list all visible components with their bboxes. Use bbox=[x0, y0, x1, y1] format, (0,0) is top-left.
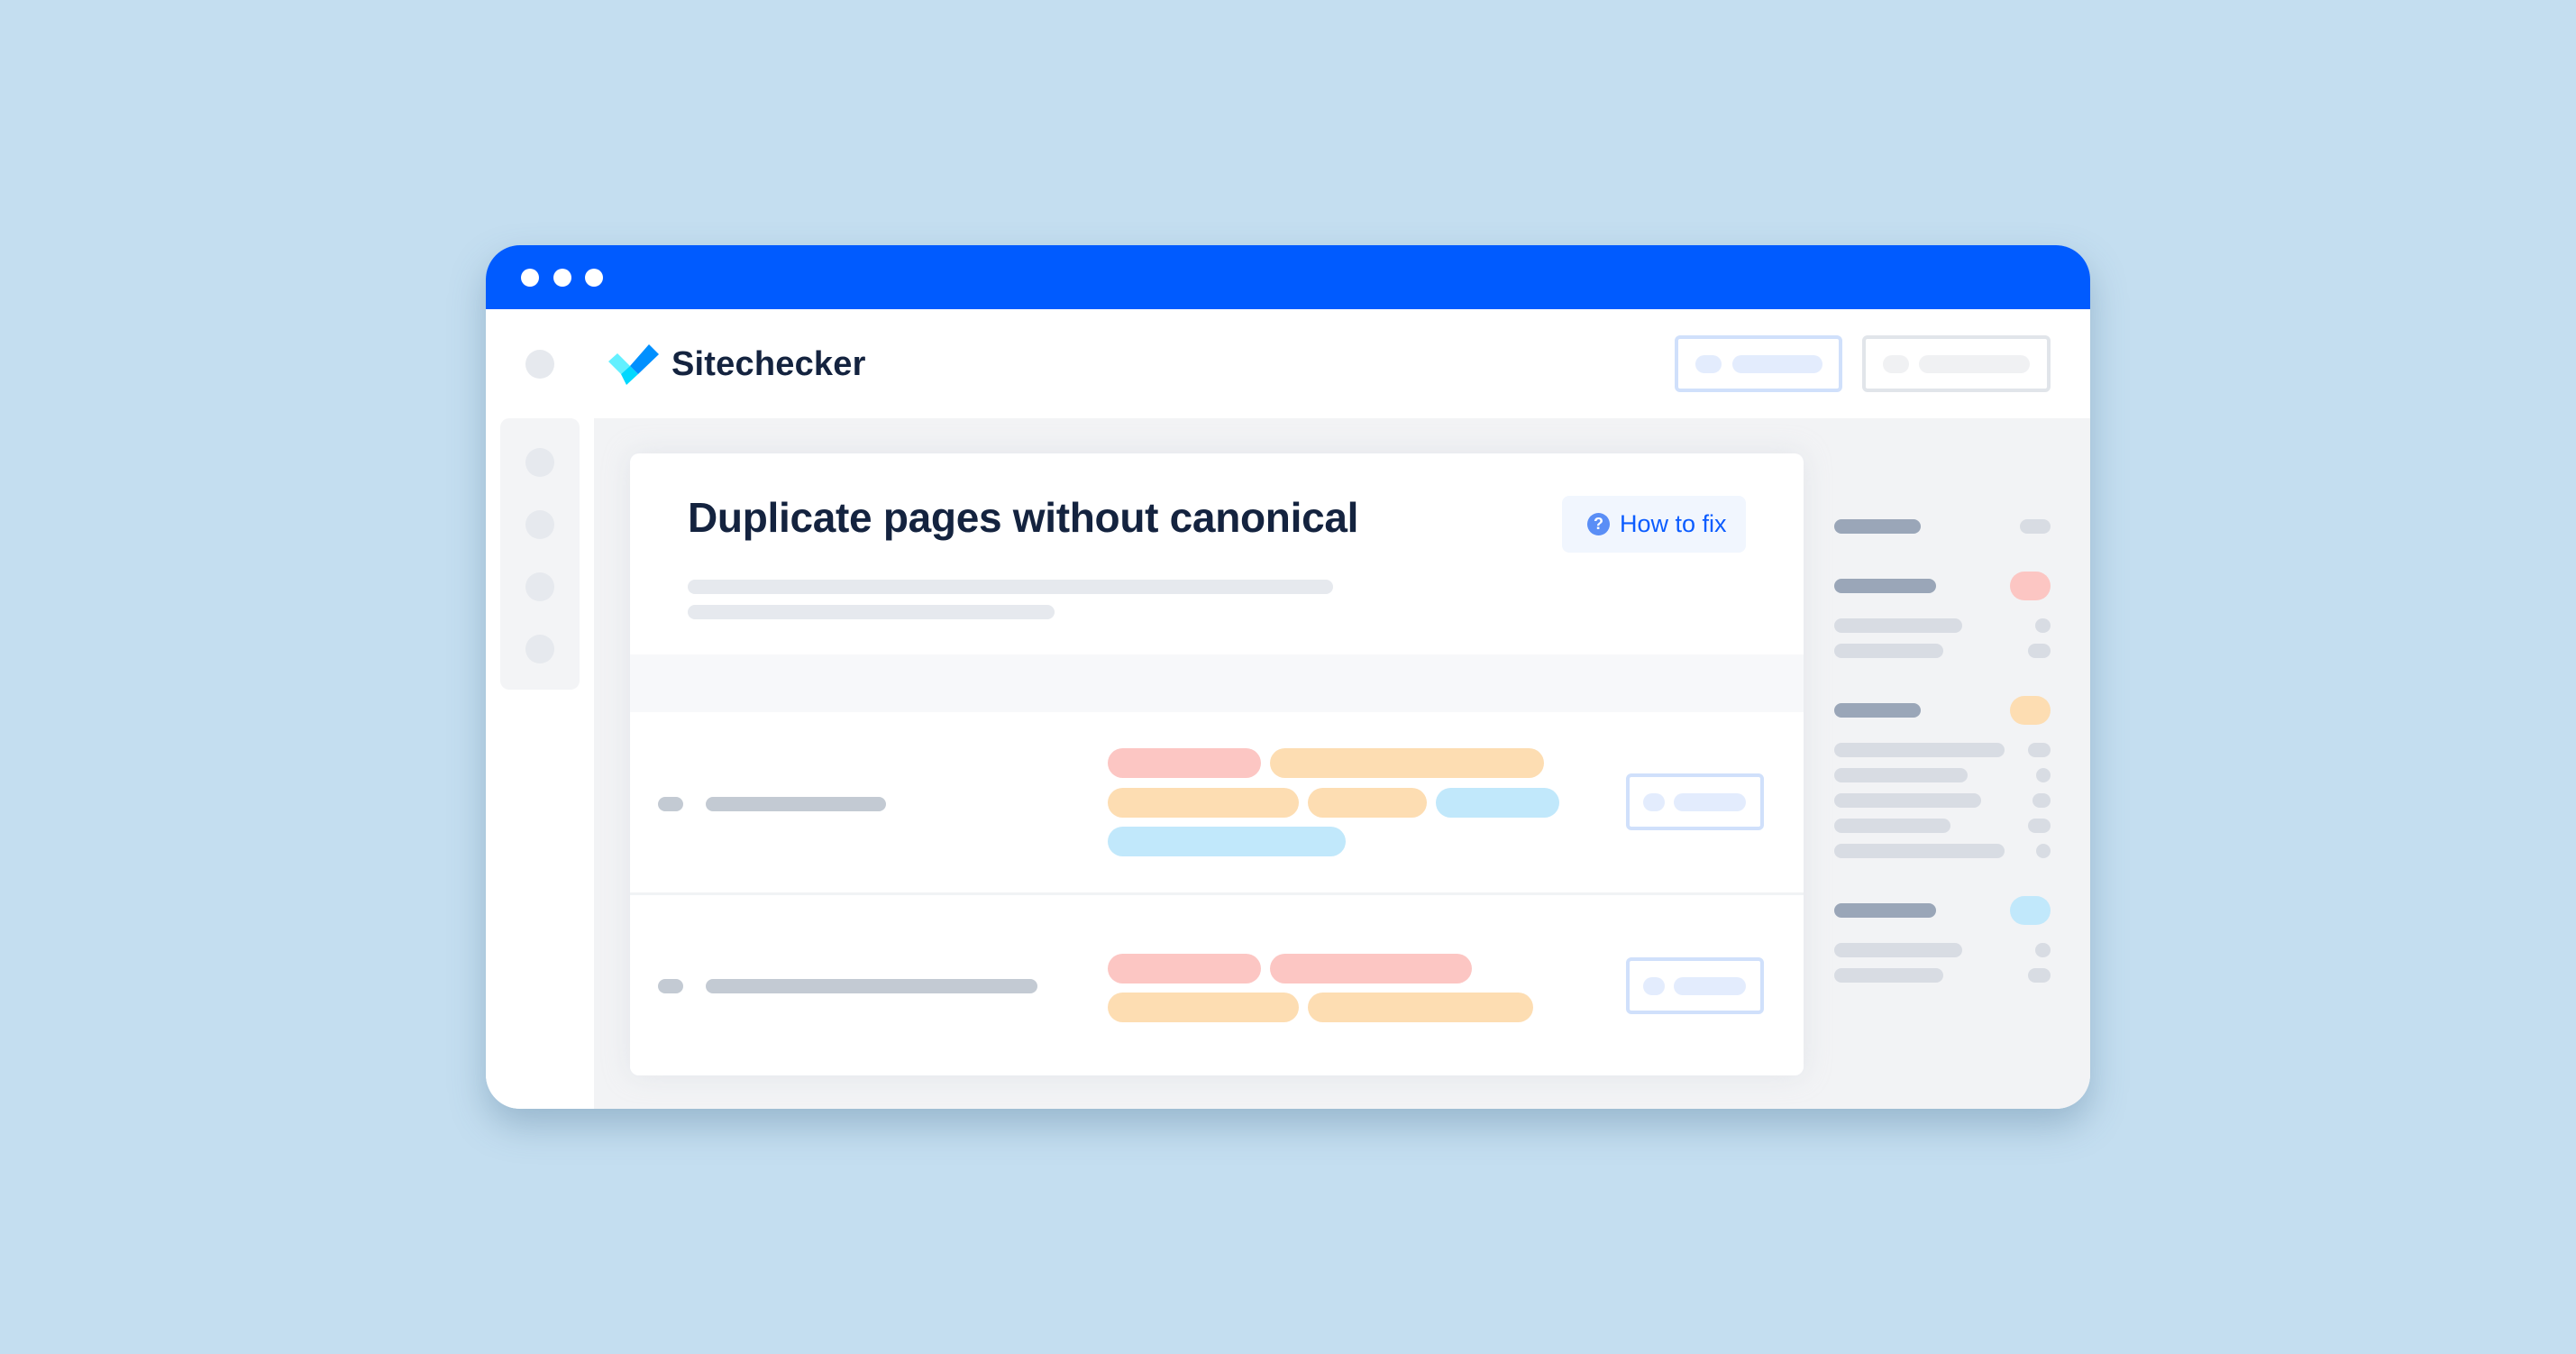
summary-count-placeholder bbox=[2036, 844, 2051, 858]
app-header: Sitechecker bbox=[486, 309, 2090, 418]
header-action-button-primary[interactable] bbox=[1675, 335, 1842, 392]
summary-line-placeholder bbox=[1834, 618, 1962, 633]
summary-line-placeholder bbox=[1834, 743, 2005, 757]
window-dot-icon[interactable] bbox=[585, 269, 603, 287]
summary-line-placeholder bbox=[1834, 768, 1968, 782]
summary-line-placeholder bbox=[1834, 943, 1962, 957]
checkmark-logo-icon bbox=[608, 344, 659, 385]
summary-count-placeholder bbox=[2028, 968, 2051, 983]
sidebar-item-icon[interactable] bbox=[525, 510, 554, 539]
summary-line-placeholder bbox=[1834, 793, 1981, 808]
severity-badge-orange[interactable] bbox=[2010, 696, 2051, 725]
main-content: Duplicate pages without canonical ? How … bbox=[594, 418, 2090, 1109]
summary-count-placeholder bbox=[2028, 644, 2051, 658]
summary-heading-placeholder bbox=[1834, 519, 1921, 534]
button-icon-placeholder bbox=[1883, 355, 1909, 373]
summary-count-placeholder bbox=[2035, 618, 2051, 633]
summary-count-placeholder bbox=[2035, 943, 2051, 957]
summary-line-placeholder bbox=[1834, 819, 1950, 833]
severity-badge-blue[interactable] bbox=[2010, 896, 2051, 925]
sidebar-item-icon[interactable] bbox=[525, 572, 554, 601]
summary-line-placeholder bbox=[1834, 968, 1943, 983]
summary-heading-placeholder bbox=[1834, 579, 1936, 593]
summary-heading-placeholder bbox=[1834, 903, 1936, 918]
brand-name[interactable]: Sitechecker bbox=[671, 347, 866, 381]
sidebar-nav bbox=[500, 418, 580, 690]
sidebar-item-icon[interactable] bbox=[525, 635, 554, 663]
button-label-placeholder bbox=[1919, 355, 2030, 373]
browser-window: Sitechecker Duplicate pages without cano… bbox=[486, 245, 2090, 1109]
summary-count-placeholder bbox=[2036, 768, 2051, 782]
summary-count-placeholder bbox=[2020, 519, 2051, 534]
summary-heading-placeholder bbox=[1834, 703, 1921, 718]
summary-panel bbox=[594, 418, 2090, 1109]
menu-toggle-icon[interactable] bbox=[525, 350, 554, 379]
title-bar bbox=[486, 245, 2090, 309]
severity-badge-red[interactable] bbox=[2010, 572, 2051, 600]
summary-line-placeholder bbox=[1834, 644, 1943, 658]
window-dot-icon[interactable] bbox=[553, 269, 571, 287]
summary-line-placeholder bbox=[1834, 844, 2005, 858]
button-icon-placeholder bbox=[1695, 355, 1722, 373]
header-action-button-secondary[interactable] bbox=[1862, 335, 2051, 392]
summary-count-placeholder bbox=[2028, 819, 2051, 833]
sidebar-item-icon[interactable] bbox=[525, 448, 554, 477]
window-dot-icon[interactable] bbox=[521, 269, 539, 287]
summary-count-placeholder bbox=[2028, 743, 2051, 757]
summary-count-placeholder bbox=[2032, 793, 2051, 808]
button-label-placeholder bbox=[1732, 355, 1822, 373]
